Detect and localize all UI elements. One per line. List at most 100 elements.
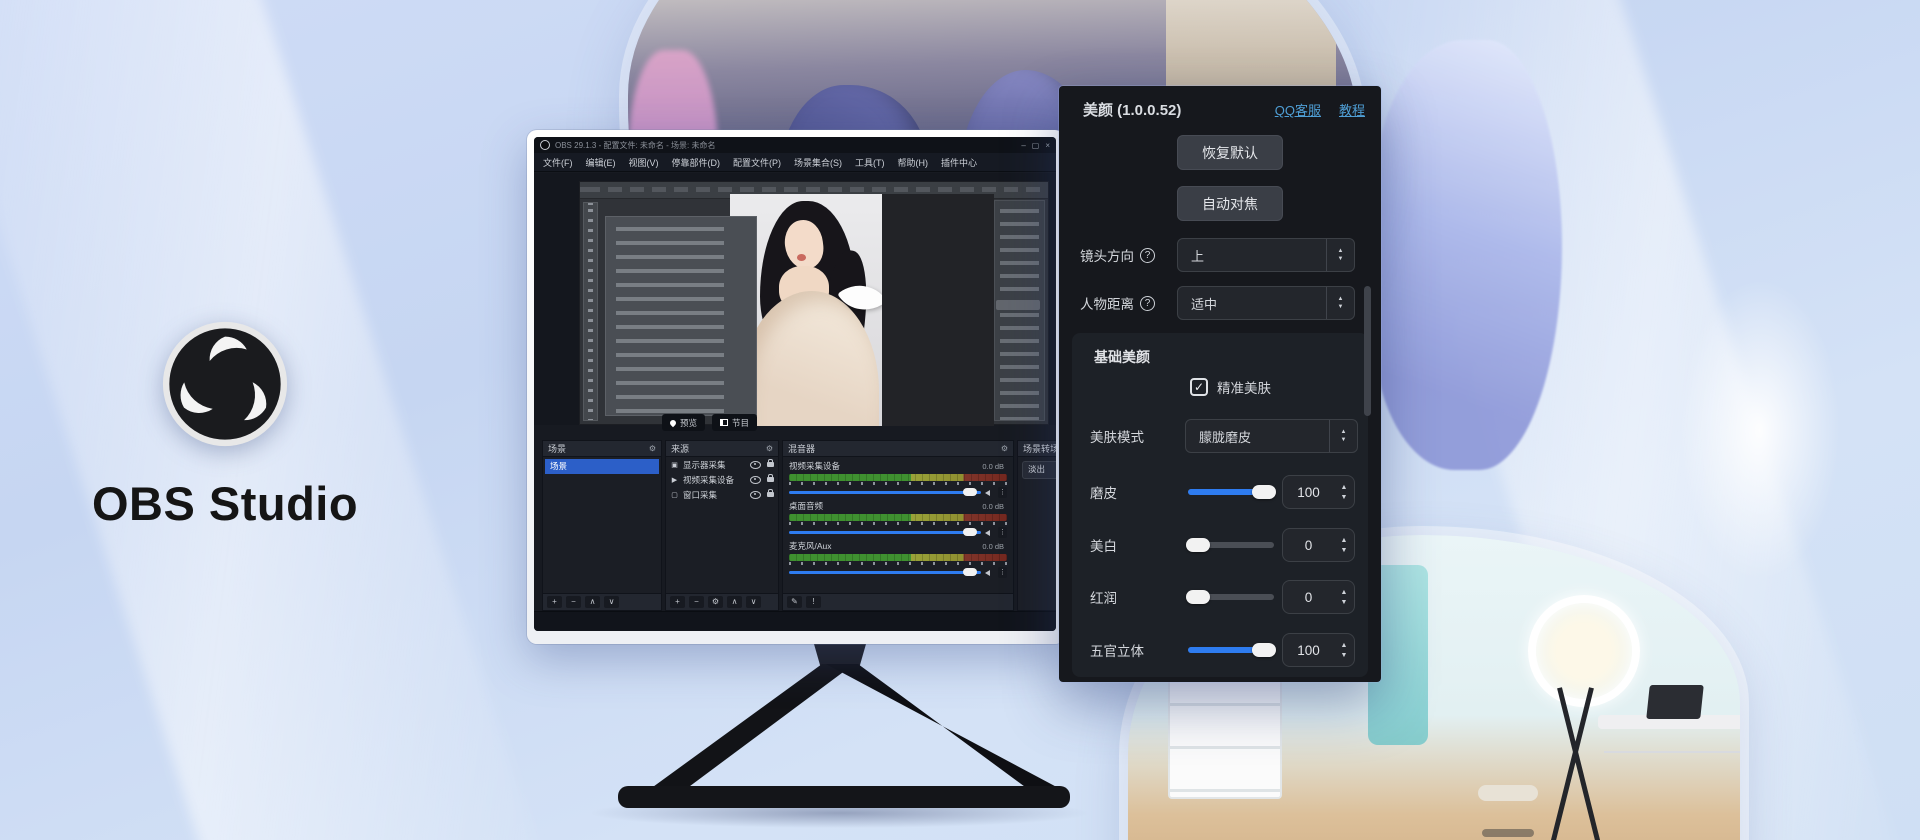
pin-icon	[669, 418, 677, 426]
volume-slider-handle[interactable]	[963, 528, 977, 536]
select-spinner-icon[interactable]: ▲ ▼	[1329, 420, 1357, 452]
smoothing-slider[interactable]	[1188, 489, 1274, 495]
gear-icon[interactable]: ⚙	[1001, 444, 1008, 453]
meter-ticks	[789, 522, 1007, 525]
minimize-icon[interactable]: –	[1021, 141, 1025, 150]
obs-app-icon	[540, 140, 550, 150]
face-definition-value-spinbox[interactable]: 100 ▲ ▼	[1282, 633, 1355, 667]
source-up-button[interactable]: ∧	[727, 596, 742, 608]
lock-icon[interactable]	[767, 462, 774, 467]
kebab-menu-icon[interactable]: ⋮	[998, 487, 1007, 498]
face-definition-slider[interactable]	[1188, 647, 1274, 653]
scene-up-button[interactable]: ∧	[585, 596, 600, 608]
spinner-arrows-icon[interactable]: ▲ ▼	[1334, 642, 1354, 659]
visibility-eye-icon[interactable]	[750, 491, 761, 499]
source-row[interactable]: ▣ 显示器采集	[666, 457, 778, 472]
camera-icon: ▶	[670, 476, 679, 484]
speaker-icon[interactable]	[985, 530, 990, 536]
volume-slider[interactable]	[789, 531, 981, 534]
help-icon[interactable]: ?	[1140, 296, 1155, 311]
db-value: 0.0 dB	[982, 542, 1004, 551]
person-distance-select[interactable]: 适中 ▲ ▼	[1177, 286, 1355, 320]
close-icon[interactable]: ×	[1045, 141, 1050, 150]
rosy-slider[interactable]	[1188, 594, 1274, 600]
gear-icon[interactable]: ⚙	[766, 444, 773, 453]
volume-slider[interactable]	[789, 491, 981, 494]
restore-defaults-button[interactable]: 恢复默认	[1177, 135, 1283, 170]
panel-scrollbar[interactable]	[1364, 286, 1371, 416]
scenes-dock-title: 场景	[548, 442, 566, 455]
gear-icon[interactable]: ⚙	[649, 444, 656, 453]
ps-settings-dialog	[605, 216, 757, 416]
remove-scene-button[interactable]: −	[566, 596, 581, 608]
obs-menubar: 文件(F) 编辑(E) 视图(V) 停靠部件(D) 配置文件(P) 场景集合(S…	[534, 153, 1056, 172]
menu-item-file[interactable]: 文件(F)	[543, 156, 573, 169]
slider-handle[interactable]	[1186, 590, 1210, 604]
visibility-eye-icon[interactable]	[750, 461, 761, 469]
help-icon[interactable]: ?	[1140, 248, 1155, 263]
maximize-icon[interactable]: ▢	[1032, 141, 1040, 150]
scene-item-active[interactable]: 场景	[545, 459, 659, 474]
mixer-pen-button[interactable]: ✎	[787, 596, 802, 608]
source-down-button[interactable]: ∨	[746, 596, 761, 608]
volume-slider[interactable]	[789, 571, 981, 574]
slider-label: 磨皮	[1090, 475, 1117, 509]
spinner-arrows-icon[interactable]: ▲ ▼	[1334, 537, 1354, 554]
lens-direction-select[interactable]: 上 ▲ ▼	[1177, 238, 1355, 272]
qq-support-link[interactable]: QQ客服	[1275, 100, 1321, 119]
tab-preview[interactable]: 预览	[662, 414, 705, 431]
source-props-button[interactable]: ⚙	[708, 596, 723, 608]
scene-down-button[interactable]: ∨	[604, 596, 619, 608]
tutorial-link[interactable]: 教程	[1339, 100, 1365, 119]
speaker-icon[interactable]	[985, 490, 990, 496]
autofocus-button[interactable]: 自动对焦	[1177, 186, 1283, 221]
spinner-arrows-icon[interactable]: ▲ ▼	[1334, 589, 1354, 606]
menu-item-plugin-center[interactable]: 插件中心	[941, 156, 977, 169]
menu-item-docks[interactable]: 停靠部件(D)	[672, 156, 721, 169]
kebab-menu-icon[interactable]: ⋮	[998, 567, 1007, 578]
skin-mode-select[interactable]: 朦胧磨皮 ▲ ▼	[1185, 419, 1358, 453]
dock-transition: 场景转场 淡出	[1017, 440, 1056, 611]
slider-handle[interactable]	[1252, 643, 1276, 657]
obs-logo-icon	[161, 320, 289, 448]
mixer-alert-button[interactable]: !	[806, 596, 821, 608]
mixer-channel: 视频采集设备 0.0 dB ⋮	[783, 457, 1013, 497]
select-spinner-icon[interactable]: ▲ ▼	[1326, 287, 1354, 319]
smoothing-value-spinbox[interactable]: 100 ▲ ▼	[1282, 475, 1355, 509]
obs-titlebar: OBS 29.1.3 - 配置文件: 未命名 - 场景: 未命名 – ▢ ×	[534, 137, 1056, 153]
whitening-slider[interactable]	[1188, 542, 1274, 548]
tab-program[interactable]: 节目	[712, 414, 757, 431]
whitening-value-spinbox[interactable]: 0 ▲ ▼	[1282, 528, 1355, 562]
visibility-eye-icon[interactable]	[750, 476, 761, 484]
volume-slider-handle[interactable]	[963, 568, 977, 576]
spinner-arrows-icon[interactable]: ▲ ▼	[1334, 484, 1354, 501]
speaker-icon[interactable]	[985, 570, 990, 576]
select-spinner-icon[interactable]: ▲ ▼	[1326, 239, 1354, 271]
menu-item-help[interactable]: 帮助(H)	[898, 156, 929, 169]
stool-shape	[1478, 785, 1538, 801]
menu-item-profile[interactable]: 配置文件(P)	[733, 156, 781, 169]
lock-icon[interactable]	[767, 477, 774, 482]
remove-source-button[interactable]: −	[689, 596, 704, 608]
rosy-value-spinbox[interactable]: 0 ▲ ▼	[1282, 580, 1355, 614]
meter-ticks	[789, 482, 1007, 485]
slider-handle[interactable]	[1252, 485, 1276, 499]
audio-meter	[789, 514, 1007, 521]
source-row[interactable]: ▶ 视频采集设备	[666, 472, 778, 487]
menu-item-view[interactable]: 视图(V)	[629, 156, 659, 169]
menu-item-tools[interactable]: 工具(T)	[855, 156, 885, 169]
lock-icon[interactable]	[767, 492, 774, 497]
menu-item-scene-collection[interactable]: 场景集合(S)	[794, 156, 842, 169]
meter-ticks	[789, 562, 1007, 565]
source-row[interactable]: ▢ 窗口采集	[666, 487, 778, 502]
slider-handle[interactable]	[1186, 538, 1210, 552]
kebab-menu-icon[interactable]: ⋮	[998, 527, 1007, 538]
volume-slider-handle[interactable]	[963, 488, 977, 496]
checkbox-checked[interactable]: ✓	[1190, 378, 1208, 396]
add-scene-button[interactable]: +	[547, 596, 562, 608]
menu-item-edit[interactable]: 编辑(E)	[586, 156, 616, 169]
add-source-button[interactable]: +	[670, 596, 685, 608]
basic-beauty-section: 基础美颜 ✓ 精准美肤 美肤模式 朦胧磨皮 ▲ ▼ 磨皮	[1072, 333, 1368, 677]
transition-select[interactable]: 淡出	[1022, 461, 1056, 479]
obs-preview-tabs: 预览 节目	[662, 414, 757, 431]
